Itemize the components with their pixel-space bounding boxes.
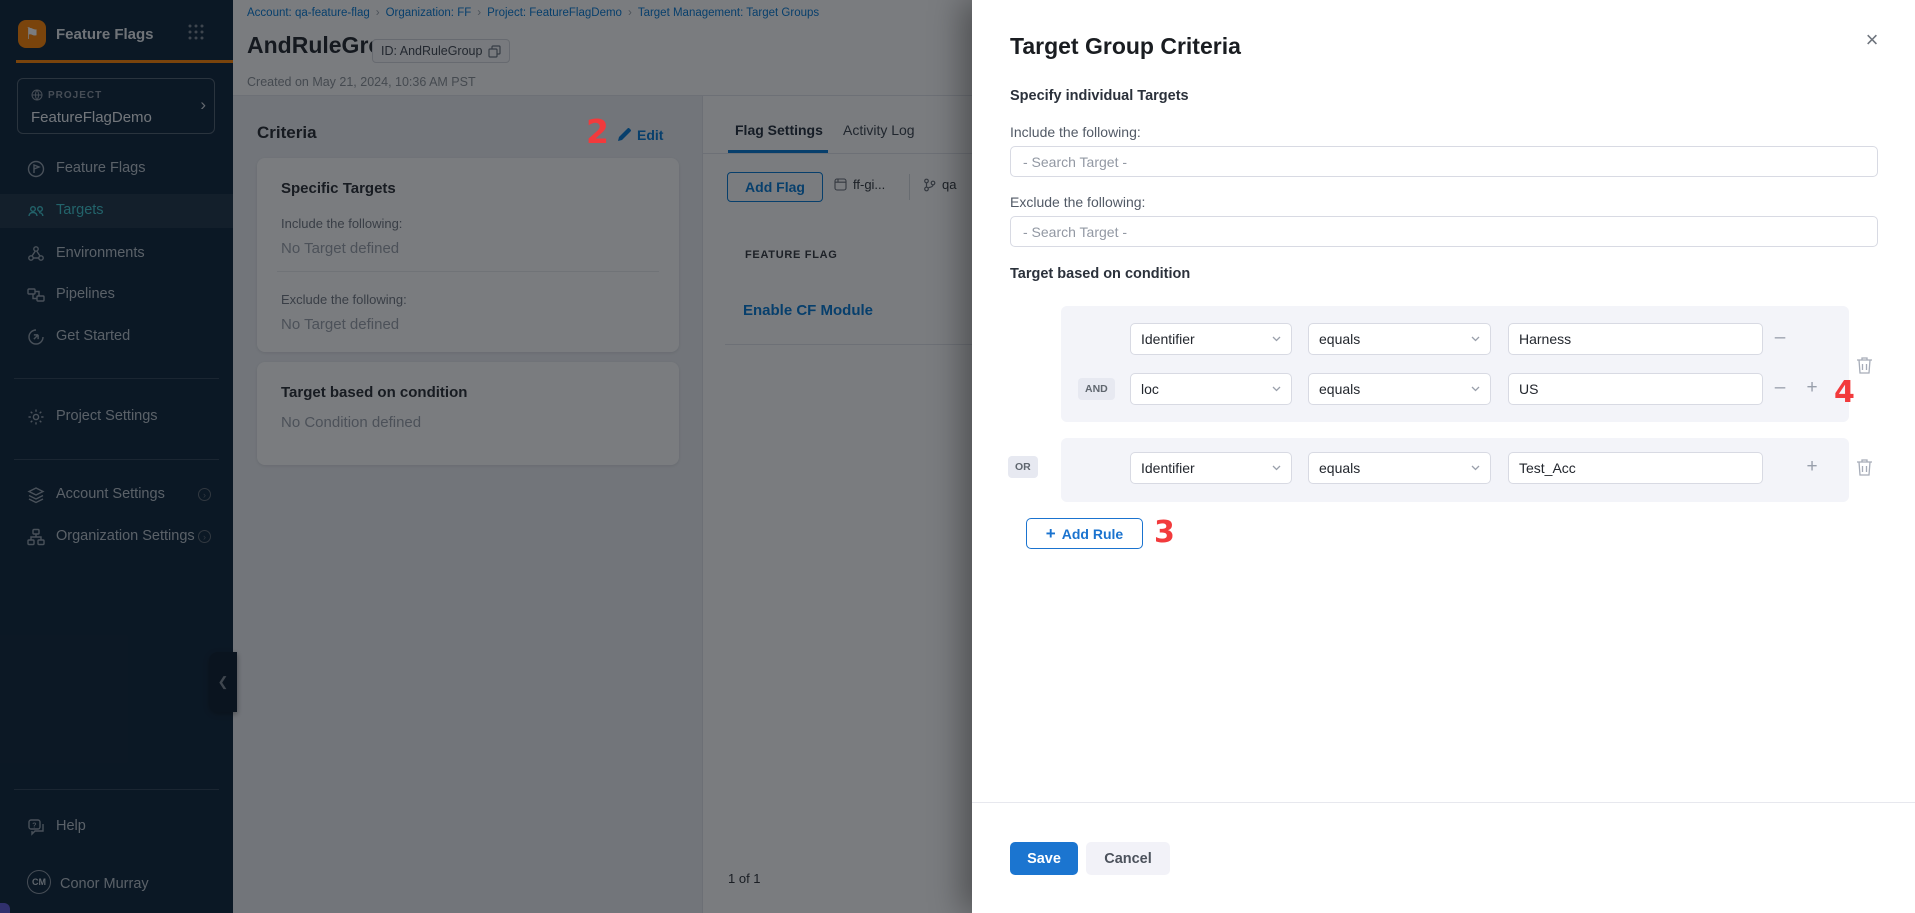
add-rule-button[interactable]: + Add Rule xyxy=(1026,518,1143,549)
rule-row: Identifier equals – xyxy=(1061,323,1849,355)
rule-card: Identifier equals – AND loc equals xyxy=(1061,306,1849,422)
chevron-down-icon xyxy=(1272,386,1281,392)
attribute-select-value: Identifier xyxy=(1141,331,1195,347)
chevron-down-icon xyxy=(1471,336,1480,342)
chevron-down-icon xyxy=(1471,386,1480,392)
drawer-exclude-label: Exclude the following: xyxy=(1010,194,1145,210)
operator-select-value: equals xyxy=(1319,381,1360,397)
add-rule-label: Add Rule xyxy=(1062,526,1123,542)
attribute-select-value: loc xyxy=(1141,381,1159,397)
remove-value-icon[interactable]: – xyxy=(1769,328,1791,350)
drawer-footer-divider xyxy=(972,802,1915,803)
add-row-icon[interactable]: + xyxy=(1801,457,1823,479)
operator-select[interactable]: equals xyxy=(1308,373,1491,405)
target-group-criteria-drawer: Target Group Criteria × Specify individu… xyxy=(972,0,1915,913)
cancel-button[interactable]: Cancel xyxy=(1086,842,1170,875)
drawer-title: Target Group Criteria xyxy=(1010,33,1241,60)
chevron-down-icon xyxy=(1272,465,1281,471)
rule-row: Identifier equals + xyxy=(1061,452,1849,484)
exclude-target-search-input[interactable] xyxy=(1010,216,1878,247)
condition-value-input[interactable] xyxy=(1508,373,1763,405)
attribute-select-value: Identifier xyxy=(1141,460,1195,476)
save-button[interactable]: Save xyxy=(1010,842,1078,875)
annotation-step-4: 4 xyxy=(1834,378,1855,408)
operator-select[interactable]: equals xyxy=(1308,323,1491,355)
operator-select-value: equals xyxy=(1319,331,1360,347)
delete-rule-icon[interactable] xyxy=(1856,458,1876,480)
condition-value-input[interactable] xyxy=(1508,323,1763,355)
and-badge: AND xyxy=(1078,378,1115,400)
specify-targets-heading: Specify individual Targets xyxy=(1010,88,1189,104)
or-badge: OR xyxy=(1008,456,1038,478)
chevron-down-icon xyxy=(1272,336,1281,342)
plus-icon: + xyxy=(1046,524,1056,544)
rule-card: Identifier equals + xyxy=(1061,438,1849,502)
app-root: ⚑ Feature Flags PROJECT FeatureFlagDemo … xyxy=(0,0,1915,913)
attribute-select[interactable]: Identifier xyxy=(1130,452,1292,484)
drawer-include-label: Include the following: xyxy=(1010,124,1141,140)
condition-heading: Target based on condition xyxy=(1010,266,1190,282)
remove-row-icon[interactable]: – xyxy=(1769,378,1791,400)
condition-value-input[interactable] xyxy=(1508,452,1763,484)
operator-select[interactable]: equals xyxy=(1308,452,1491,484)
include-target-search-input[interactable] xyxy=(1010,146,1878,177)
close-icon[interactable]: × xyxy=(1858,26,1886,54)
attribute-select[interactable]: loc xyxy=(1130,373,1292,405)
annotation-step-2: 2 xyxy=(586,115,609,148)
delete-rule-icon[interactable] xyxy=(1856,356,1876,378)
attribute-select[interactable]: Identifier xyxy=(1130,323,1292,355)
add-row-icon[interactable]: + xyxy=(1801,378,1823,400)
annotation-step-3: 3 xyxy=(1154,518,1175,548)
operator-select-value: equals xyxy=(1319,460,1360,476)
rule-row: AND loc equals – + xyxy=(1061,373,1849,405)
chevron-down-icon xyxy=(1471,465,1480,471)
modal-dim-overlay[interactable] xyxy=(0,0,972,913)
